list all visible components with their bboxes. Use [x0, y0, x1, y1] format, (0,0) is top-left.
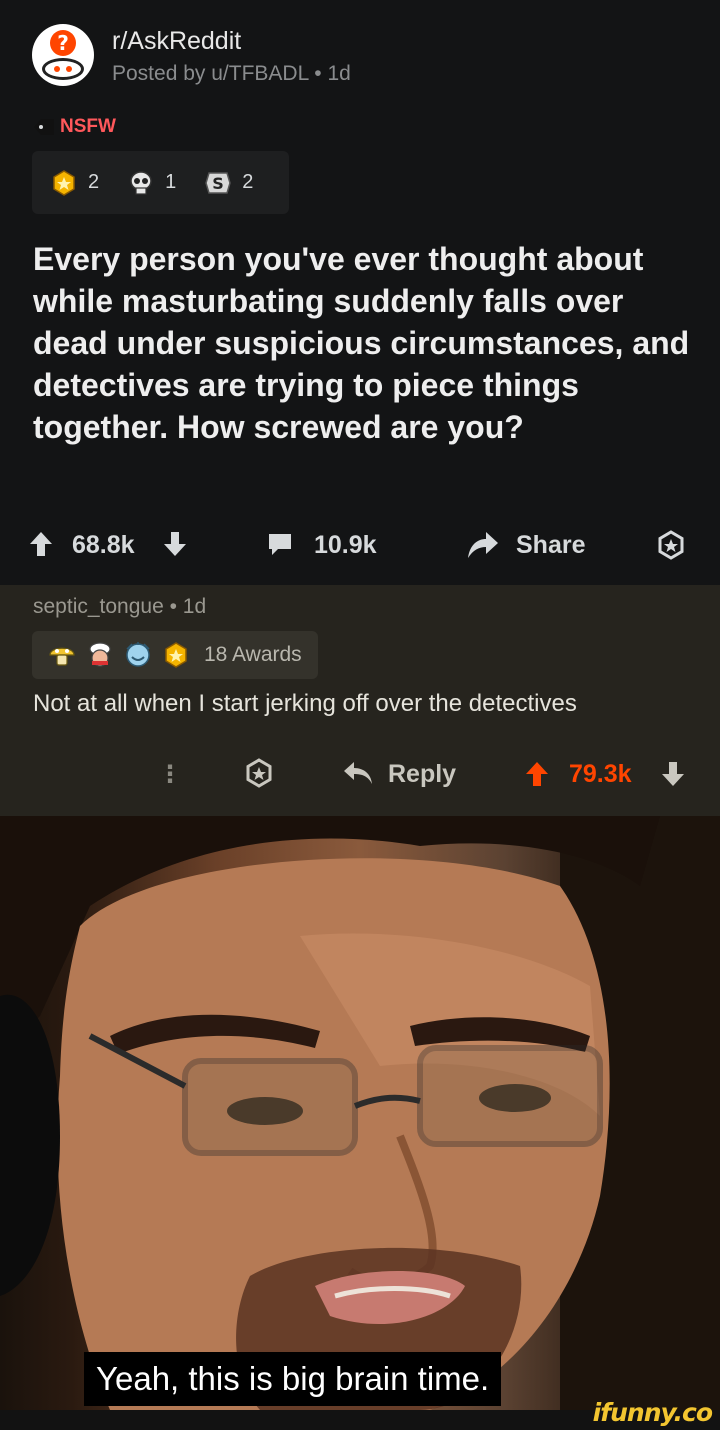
skull-award-icon [130, 170, 152, 195]
blue-face-award-icon [126, 642, 150, 667]
post-title[interactable]: Every person you've ever thought about w… [33, 238, 693, 448]
snoo-eye-icon [54, 66, 60, 72]
award-count: 1 [165, 171, 177, 193]
svg-text:S: S [212, 174, 224, 193]
share-arrow-icon[interactable] [466, 530, 500, 560]
chef-award-icon [89, 642, 111, 667]
comment-action-bar: ⋮ Reply 79.3k [0, 750, 720, 800]
post-header: ? r/AskReddit Posted by u/TFBADL • 1d [32, 24, 351, 88]
gold-star-award-icon [53, 169, 75, 196]
upvote-arrow-icon[interactable] [28, 530, 54, 558]
give-award-icon[interactable] [656, 530, 686, 560]
meme-image: Yeah, this is big brain time. [0, 816, 720, 1410]
post-score: 68.8k [72, 531, 135, 559]
upvote-arrow-icon[interactable] [524, 760, 550, 788]
meme-subtitle: Yeah, this is big brain time. [84, 1352, 502, 1406]
give-award-icon[interactable] [244, 758, 274, 788]
post-action-bar: 68.8k 10.9k Share [0, 520, 720, 570]
awards-count-label: 18 Awards [204, 643, 302, 666]
comment-author[interactable]: septic_tongue • 1d [33, 595, 206, 619]
man-with-glasses-illustration [0, 816, 720, 1410]
snoo-face-icon [42, 58, 84, 80]
reply-button[interactable]: Reply [388, 760, 456, 789]
nsfw-tag: NSFW [34, 116, 116, 138]
comment-bubble-icon[interactable] [266, 530, 294, 558]
award-count: 2 [242, 171, 254, 193]
award-count: 2 [88, 171, 100, 193]
post-meta: r/AskReddit Posted by u/TFBADL • 1d [112, 26, 351, 88]
posted-by: Posted by u/TFBADL • 1d [112, 62, 351, 85]
question-mark-icon: ? [50, 30, 76, 56]
ifunny-watermark: ifunny.co [592, 1398, 713, 1427]
subreddit-name[interactable]: r/AskReddit [112, 26, 351, 56]
snoo-eye-icon [66, 66, 72, 72]
comment-awards[interactable]: 18 Awards [32, 631, 318, 679]
post-card: ? r/AskReddit Posted by u/TFBADL • 1d NS… [0, 0, 720, 585]
nsfw-label: NSFW [60, 116, 116, 137]
more-options-icon[interactable]: ⋮ [158, 760, 182, 789]
subreddit-avatar[interactable]: ? [32, 24, 94, 86]
downvote-arrow-icon[interactable] [162, 530, 188, 558]
downvote-arrow-icon[interactable] [660, 760, 686, 788]
top-comment: septic_tongue • 1d 18 Awards Not at all … [0, 585, 720, 816]
mushroom-award-icon [49, 647, 75, 666]
reply-arrow-icon[interactable] [342, 760, 374, 786]
comment-body: Not at all when I start jerking off over… [33, 690, 577, 717]
comment-count[interactable]: 10.9k [314, 531, 377, 560]
share-button[interactable]: Share [516, 531, 585, 560]
tag-icon [34, 119, 54, 135]
gold-star-award-icon [165, 642, 187, 668]
post-awards[interactable]: 2 1 S 2 [32, 151, 290, 214]
silver-s-award-icon: S [205, 171, 232, 194]
comment-score: 79.3k [569, 760, 632, 788]
